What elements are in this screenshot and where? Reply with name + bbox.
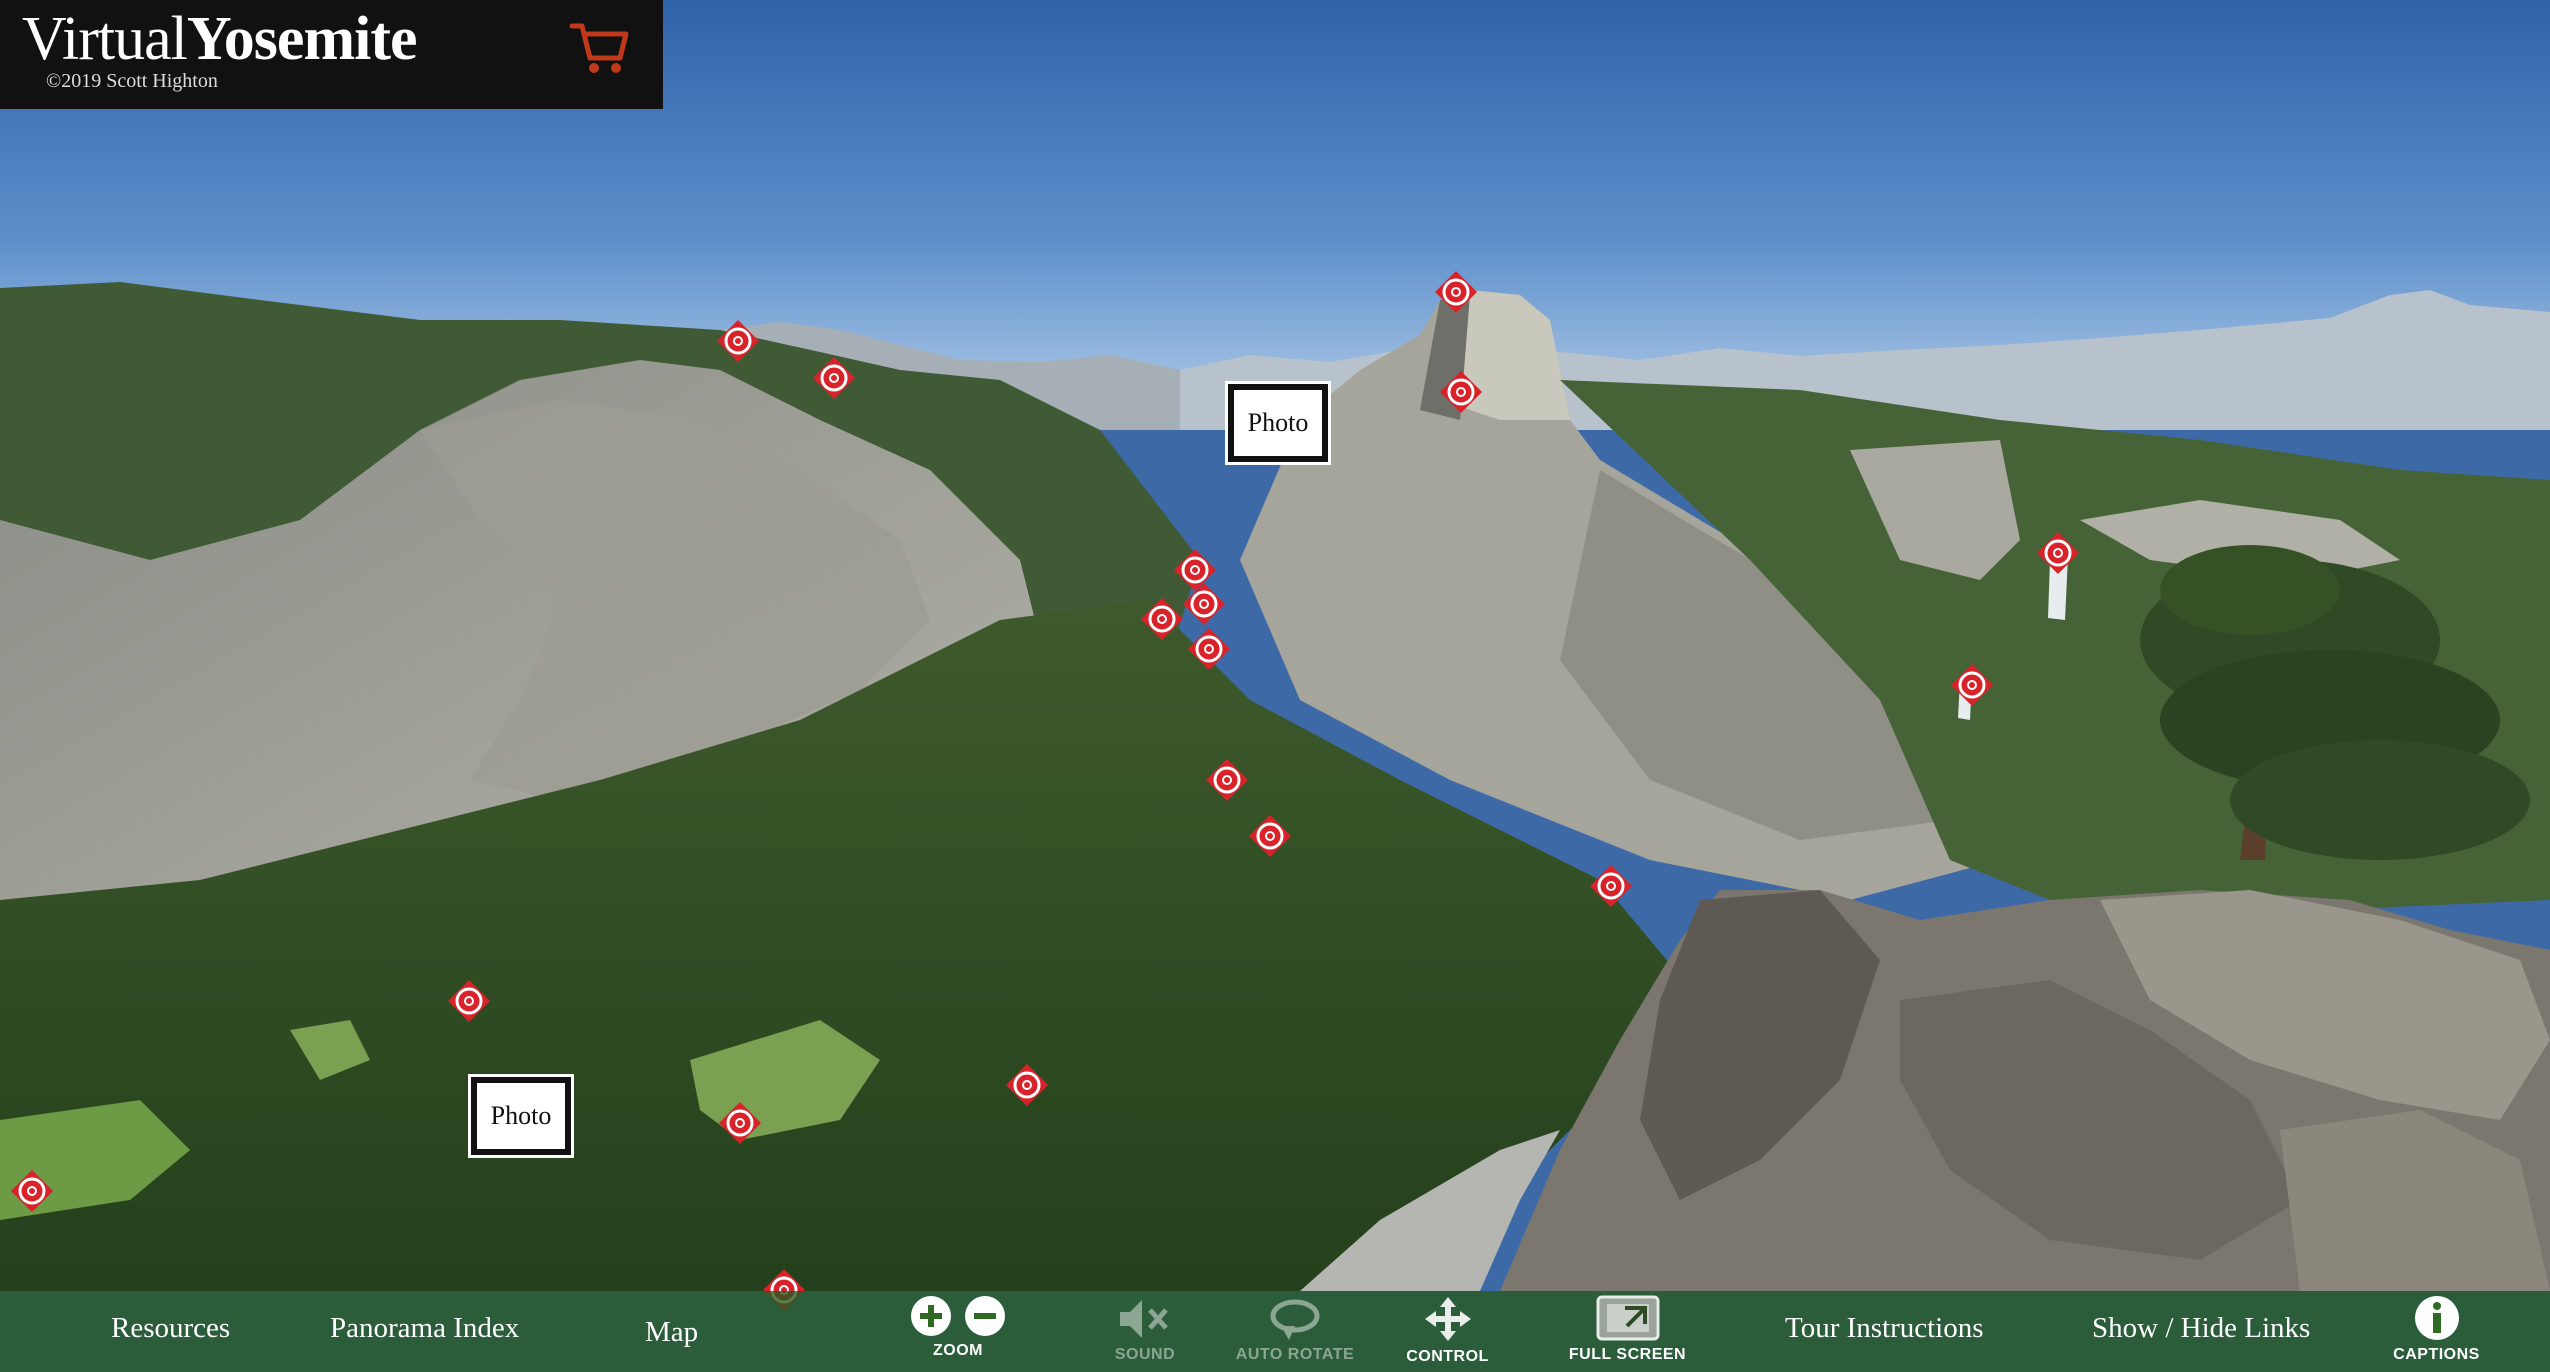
target-marker-icon[interactable] — [10, 1169, 54, 1213]
nav-tour-instructions[interactable]: Tour Instructions — [1785, 1312, 1984, 1345]
speaker-muted-icon — [1120, 1300, 1168, 1338]
control-mode[interactable]: CONTROL — [1405, 1294, 1490, 1370]
target-marker-icon[interactable] — [1248, 814, 1292, 858]
auto-rotate-label: AUTO ROTATE — [1235, 1346, 1355, 1363]
zoom-control: ZOOM — [893, 1294, 1023, 1370]
sound-label: SOUND — [1114, 1346, 1176, 1363]
full-screen-label: FULL SCREEN — [1568, 1346, 1687, 1363]
sound-control[interactable]: SOUND — [1105, 1296, 1185, 1372]
auto-rotate-icon — [1270, 1299, 1320, 1340]
site-title: VirtualYosemite — [22, 4, 417, 75]
move-arrows-icon — [1424, 1297, 1471, 1341]
full-screen-icon — [1596, 1295, 1659, 1341]
target-marker-icon[interactable] — [1205, 758, 1249, 802]
panorama-view[interactable] — [0, 0, 2550, 1372]
target-marker-icon[interactable] — [1439, 370, 1483, 414]
zoom-label: ZOOM — [933, 1342, 983, 1359]
target-marker-icon[interactable] — [1950, 663, 1994, 707]
site-title-light: Virtual — [22, 5, 188, 73]
target-marker-icon[interactable] — [2036, 531, 2080, 575]
target-marker-icon[interactable] — [1589, 864, 1633, 908]
site-title-bold: Yosemite — [186, 5, 418, 73]
target-marker-icon[interactable] — [1182, 582, 1226, 626]
shopping-cart-icon[interactable] — [568, 18, 630, 78]
target-marker-icon[interactable] — [1140, 597, 1184, 641]
target-marker-icon[interactable] — [1187, 627, 1231, 671]
photo-button-valley[interactable]: Photo — [468, 1074, 574, 1158]
logo-banner: VirtualYosemite ©2019 Scott Highton — [0, 0, 663, 109]
target-marker-icon[interactable] — [447, 979, 491, 1023]
captions-label: CAPTIONS — [2393, 1346, 2480, 1363]
nav-resources[interactable]: Resources — [111, 1312, 230, 1345]
nav-panorama-index[interactable]: Panorama Index — [330, 1312, 519, 1345]
target-marker-icon[interactable] — [718, 1101, 762, 1145]
copyright-text: ©2019 Scott Highton — [46, 70, 218, 92]
zoom-out-icon[interactable] — [963, 1294, 1007, 1338]
nav-map[interactable]: Map — [645, 1316, 698, 1349]
target-marker-icon[interactable] — [1005, 1063, 1049, 1107]
target-marker-icon[interactable] — [1434, 270, 1478, 314]
auto-rotate-control[interactable]: AUTO ROTATE — [1235, 1296, 1355, 1372]
nav-show-hide-links[interactable]: Show / Hide Links — [2092, 1312, 2310, 1345]
target-marker-icon[interactable] — [716, 319, 760, 363]
control-label: CONTROL — [1406, 1348, 1489, 1365]
target-marker-icon[interactable] — [812, 356, 856, 400]
photo-button-half-dome[interactable]: Photo — [1225, 381, 1331, 465]
zoom-in-icon[interactable] — [909, 1294, 953, 1338]
captions-control[interactable]: CAPTIONS — [2389, 1294, 2484, 1370]
full-screen-control[interactable]: FULL SCREEN — [1568, 1294, 1687, 1370]
info-icon — [2414, 1296, 2459, 1340]
